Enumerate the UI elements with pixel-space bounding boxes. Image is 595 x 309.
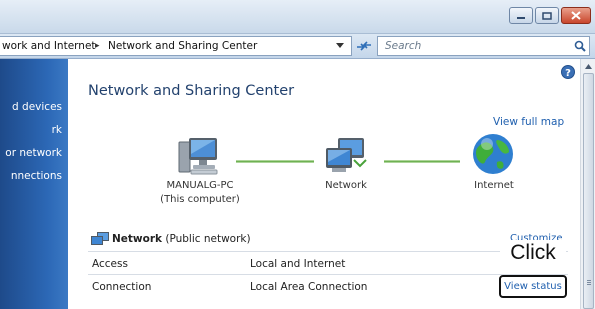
connection-line-network-internet xyxy=(384,160,460,163)
sidebar-item-connections[interactable]: nnections xyxy=(11,170,62,182)
svg-text:?: ? xyxy=(565,68,571,79)
refresh-icon xyxy=(357,41,371,51)
window-titlebar xyxy=(0,0,595,34)
address-bar[interactable]: work and Internet ▸ Network and Sharing … xyxy=(0,36,352,56)
task-pane: d devices rk or network nnections xyxy=(0,59,68,309)
sidebar-item-setup-network[interactable]: or network xyxy=(5,147,62,159)
connection-label: Connection xyxy=(92,281,152,293)
network-name: Network xyxy=(112,233,163,245)
close-button[interactable] xyxy=(561,7,591,24)
scroll-up-icon[interactable] xyxy=(583,61,594,72)
internet-label: Internet xyxy=(474,180,514,191)
access-value: Local and Internet xyxy=(250,258,346,270)
network-icon xyxy=(326,138,367,172)
close-icon xyxy=(571,11,581,20)
vertical-scrollbar[interactable] xyxy=(580,59,595,309)
maximize-button[interactable] xyxy=(535,7,559,24)
help-icon[interactable]: ? xyxy=(561,65,575,79)
computer-name-label: MANUALG-PC xyxy=(166,180,234,191)
grip-line xyxy=(587,280,591,281)
search-box[interactable] xyxy=(377,36,590,56)
address-dropdown-icon[interactable] xyxy=(336,43,344,49)
click-callout: Click xyxy=(500,240,566,266)
refresh-button[interactable] xyxy=(353,38,375,54)
breadcrumb-separator-icon[interactable]: ▸ xyxy=(95,37,100,55)
page-title: Network and Sharing Center xyxy=(88,83,295,99)
network-type: (Public network) xyxy=(165,233,251,245)
network-small-icon xyxy=(91,232,109,245)
globe-icon xyxy=(473,134,513,174)
network-label: Network xyxy=(325,180,367,191)
address-toolbar: work and Internet ▸ Network and Sharing … xyxy=(0,34,595,59)
access-label: Access xyxy=(92,258,128,270)
row-divider xyxy=(88,274,568,275)
window-controls xyxy=(509,7,591,24)
search-icon[interactable] xyxy=(574,40,586,52)
scroll-thumb[interactable] xyxy=(583,73,594,309)
section-divider xyxy=(88,251,568,252)
grip-line xyxy=(587,284,591,285)
breadcrumb-sharing-center[interactable]: Network and Sharing Center xyxy=(108,37,257,55)
computer-icon xyxy=(178,138,218,175)
maximize-icon xyxy=(542,11,552,20)
grip-line xyxy=(587,282,591,283)
search-input[interactable] xyxy=(383,38,563,54)
view-status-label: View status xyxy=(504,281,562,292)
sidebar-item-network[interactable]: rk xyxy=(52,124,62,136)
connection-value: Local Area Connection xyxy=(250,281,368,293)
computer-sub-label: (This computer) xyxy=(160,194,240,205)
view-full-map-link[interactable]: View full map xyxy=(493,116,564,128)
view-status-button[interactable]: View status xyxy=(499,275,567,298)
network-section-title: Network (Public network) xyxy=(112,233,251,245)
breadcrumb-network-internet[interactable]: work and Internet xyxy=(2,37,96,55)
connection-line-computer-network xyxy=(236,160,314,163)
minimize-button[interactable] xyxy=(509,7,533,24)
main-content: Network and Sharing Center View full map… xyxy=(68,59,580,309)
minimize-icon xyxy=(517,16,525,19)
sidebar-item-devices[interactable]: d devices xyxy=(12,101,62,113)
